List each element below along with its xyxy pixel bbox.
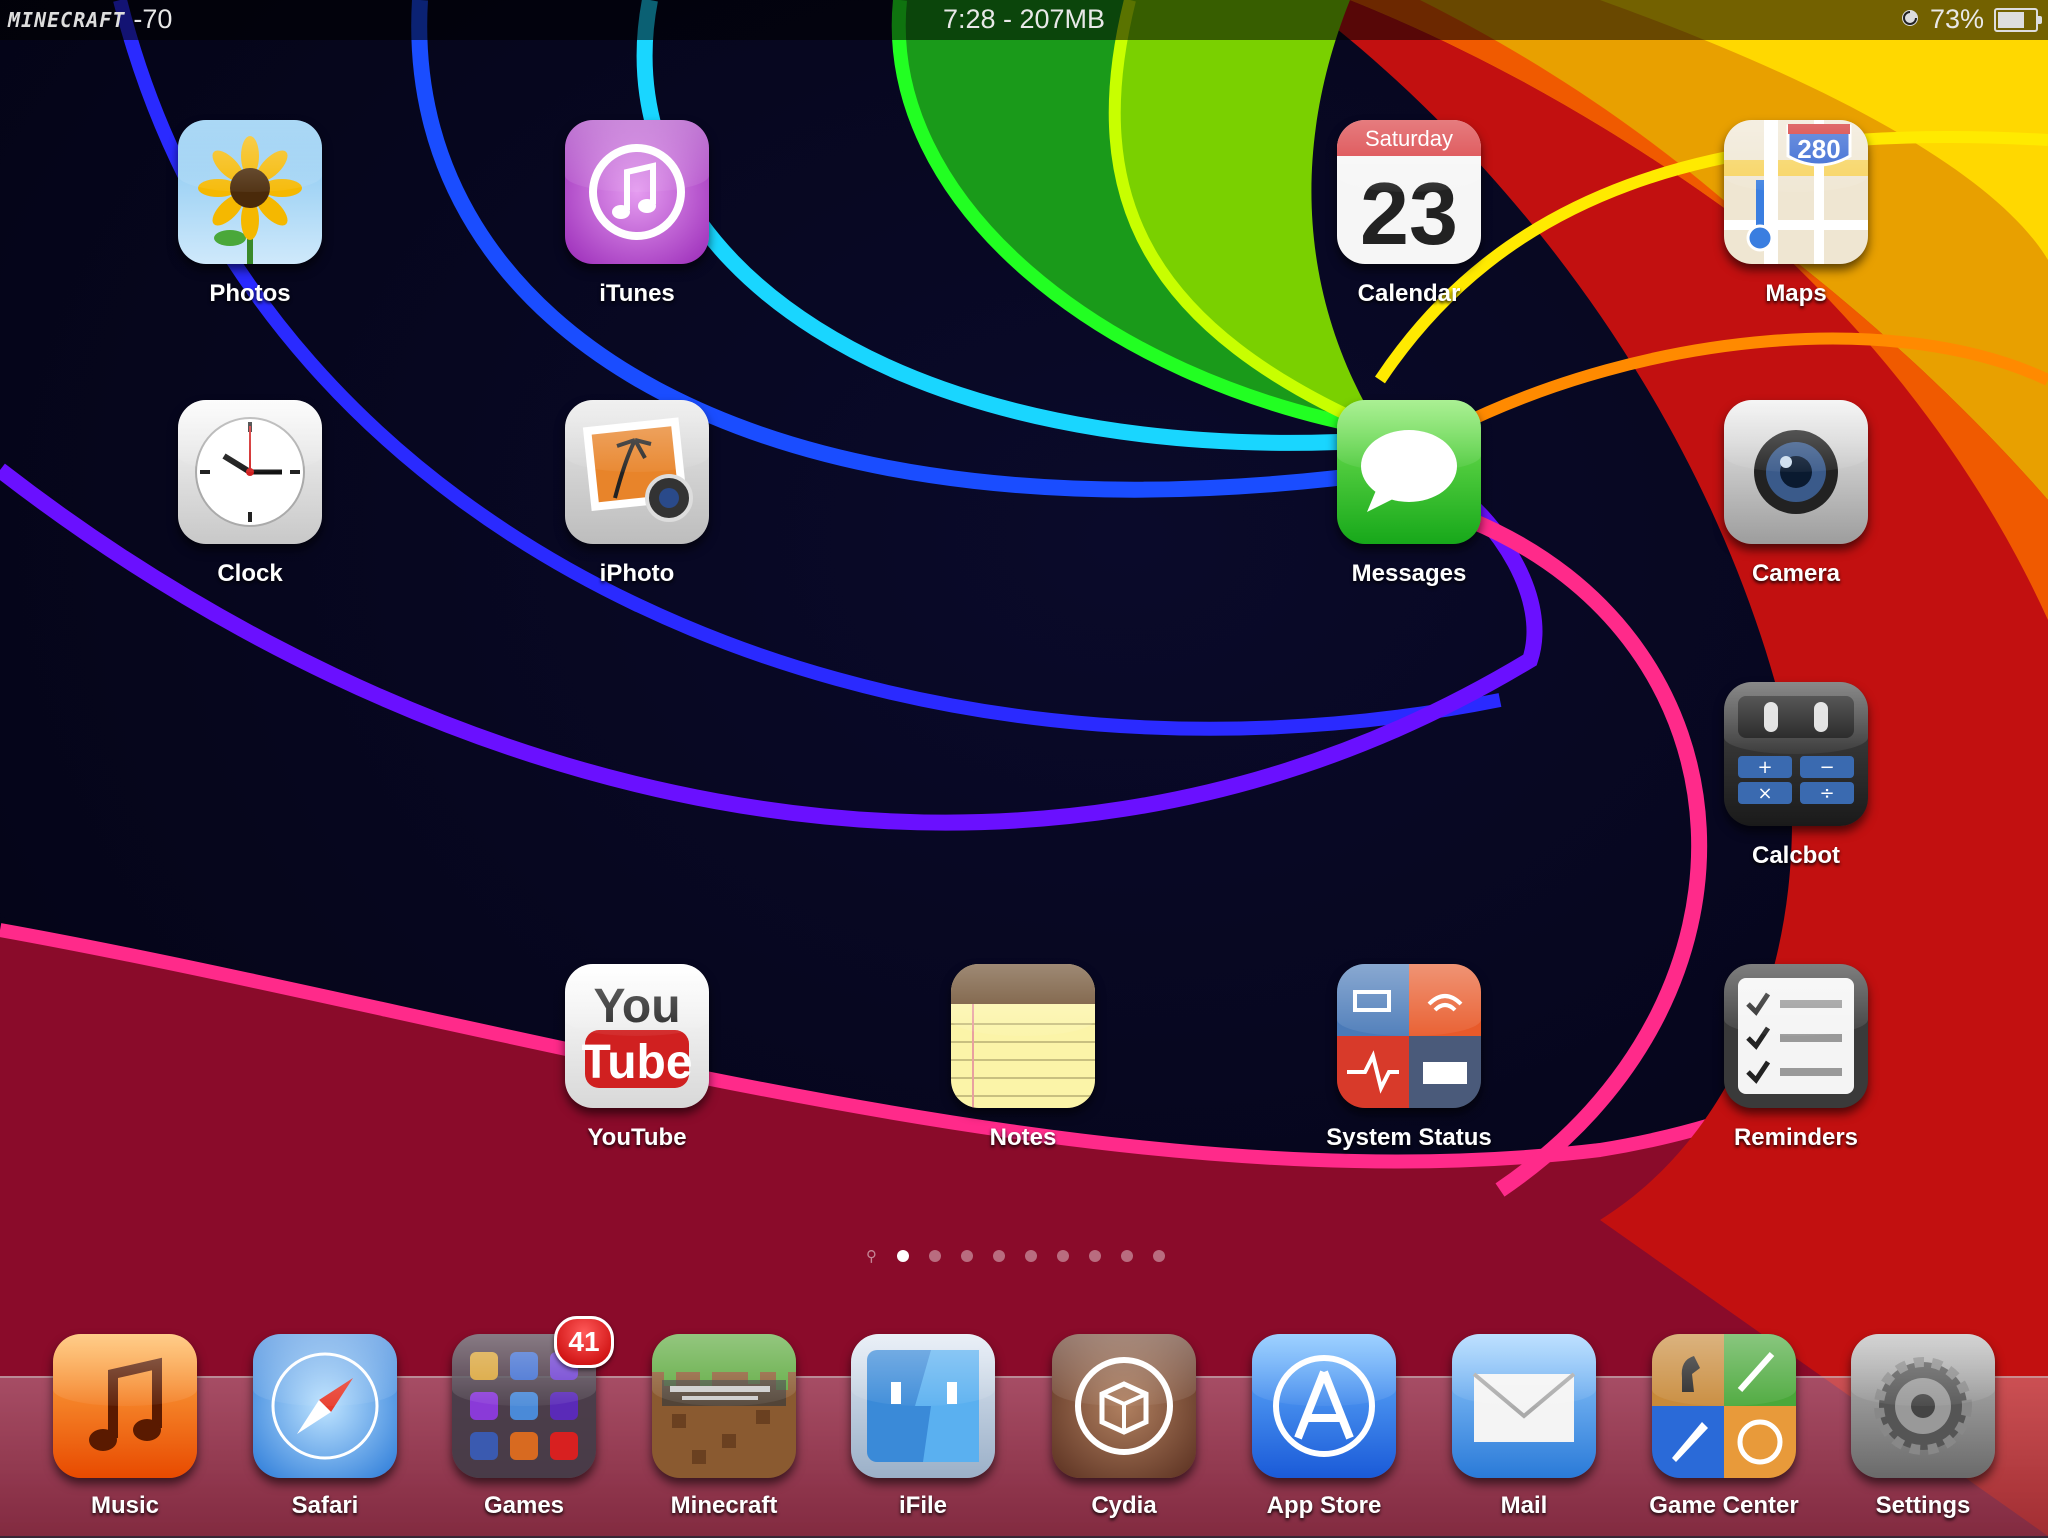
envelope-icon [1452,1334,1596,1478]
dock-app-mail[interactable]: Mail [1424,1334,1624,1520]
app-label: Settings [1875,1492,1971,1519]
calc-key-plus: + [1757,757,1772,778]
page-dot[interactable] [1057,1250,1069,1262]
app-maps[interactable]: 280 Maps [1696,120,1896,308]
notification-badge: 41 [554,1316,614,1368]
page-dot[interactable] [1121,1250,1133,1262]
map-icon: 280 [1724,120,1868,264]
music-note-icon [53,1334,197,1478]
app-label: Calcbot [1751,842,1840,869]
app-label: Games [483,1492,565,1519]
app-label: Music [90,1492,159,1519]
app-store-icon [1252,1334,1396,1478]
app-label: Cydia [1091,1492,1157,1519]
page-dot[interactable] [897,1250,909,1262]
app-calendar[interactable]: Saturday 23 Calendar [1309,120,1509,308]
youtube-logo-tube: Tube [581,1036,692,1089]
gear-icon [1851,1334,1995,1478]
app-label: Calendar [1357,280,1461,307]
battery-percent: 73% [1929,4,1984,34]
page-dot[interactable] [993,1250,1005,1262]
app-label: iTunes [599,280,675,307]
app-reminders[interactable]: Reminders [1696,964,1896,1152]
speech-bubble-icon [1337,400,1481,544]
dock-app-game-center[interactable]: Game Center [1624,1334,1824,1520]
dock-app-safari[interactable]: Safari [225,1334,425,1520]
dock-app-app-store[interactable]: App Store [1224,1334,1424,1520]
app-label: Game Center [1649,1492,1799,1519]
app-label: Photos [209,280,291,307]
app-label: Reminders [1733,1124,1859,1151]
cydia-box-icon [1052,1334,1196,1478]
app-label: Clock [217,560,283,587]
youtube-logo-you: You [593,980,680,1033]
app-label: Messages [1351,560,1467,587]
page-dot[interactable] [961,1250,973,1262]
app-label: Maps [1765,280,1827,307]
youtube-icon: You Tube [565,964,709,1108]
page-indicator[interactable]: ⚲ [866,1249,1165,1264]
dock-app-cydia[interactable]: Cydia [1024,1334,1224,1520]
app-youtube[interactable]: You Tube YouTube [537,964,737,1152]
app-messages[interactable]: Messages [1309,400,1509,588]
road-sign-number: 280 [1797,134,1840,164]
app-label: Safari [291,1492,359,1519]
finder-face-icon [851,1334,995,1478]
dock-app-ifile[interactable]: iFile [823,1334,1023,1520]
calc-key-minus: − [1819,757,1834,778]
photo-camera-icon [565,400,709,544]
calculator-icon: + − × ÷ [1724,682,1868,826]
dock-app-minecraft[interactable]: Minecraft [624,1334,824,1520]
calendar-day-number: 23 [1360,164,1458,263]
rotation-lock-icon [1900,4,1920,35]
dock-app-settings[interactable]: Settings [1823,1334,2023,1520]
calc-key-times: × [1757,783,1772,804]
app-label: Mail [1500,1492,1548,1519]
clock-icon [178,400,322,544]
time-memory: 7:28 - 207MB [942,4,1106,34]
calc-key-divide: ÷ [1819,783,1834,804]
dock-app-music[interactable]: Music [25,1334,225,1520]
dock: Music Safari 41 Games Minecraft iFile Cy… [0,1316,2048,1538]
app-photos[interactable]: Photos [150,120,350,308]
app-label: Minecraft [670,1492,778,1519]
sunflower-icon [178,120,322,264]
notepad-icon [951,964,1095,1108]
page-dot[interactable] [1089,1250,1101,1262]
app-label: Notes [989,1124,1057,1151]
app-itunes[interactable]: iTunes [537,120,737,308]
music-note-icon [565,120,709,264]
app-label: App Store [1266,1492,1382,1519]
dock-app-games[interactable]: 41 Games [424,1316,624,1520]
page-dot[interactable] [1153,1250,1165,1262]
spotlight-search-icon[interactable]: ⚲ [866,1249,877,1264]
page-dot[interactable] [1025,1250,1037,1262]
compass-icon [253,1334,397,1478]
calendar-day-name: Saturday [1365,126,1453,151]
app-iphoto[interactable]: iPhoto [537,400,737,588]
battery-icon [1994,7,2042,32]
app-clock[interactable]: Clock [150,400,350,588]
app-calcbot[interactable]: + − × ÷ Calcbot [1696,682,1896,870]
app-system-status[interactable]: System Status [1309,964,1509,1152]
checklist-icon [1724,964,1868,1108]
app-label: YouTube [587,1124,687,1151]
minecraft-block-icon [652,1334,796,1478]
game-center-icon [1652,1334,1796,1478]
status-bar: MINECRAFT -70 7:28 - 207MB 73% [0,0,2048,40]
app-label: Camera [1751,560,1841,587]
app-label: iPhoto [599,560,675,587]
calendar-icon: Saturday 23 [1337,120,1481,264]
camera-lens-icon [1724,400,1868,544]
page-dot[interactable] [929,1250,941,1262]
system-status-icon [1337,964,1481,1108]
app-label: iFile [898,1492,947,1519]
app-label: System Status [1326,1124,1492,1151]
app-camera[interactable]: Camera [1696,400,1896,588]
app-notes[interactable]: Notes [923,964,1123,1152]
